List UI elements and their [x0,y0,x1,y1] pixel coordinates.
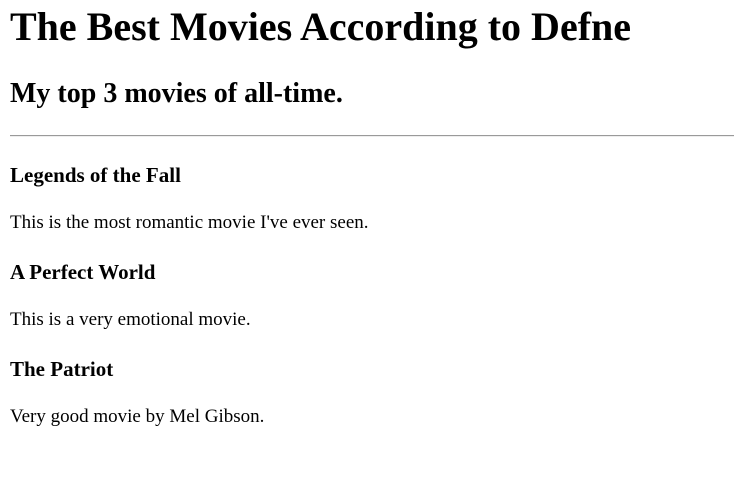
movie-item: Legends of the Fall This is the most rom… [10,160,730,257]
movie-item: A Perfect World This is a very emotional… [10,257,730,354]
movie-description: This is a very emotional movie. [10,309,251,330]
divider [10,135,734,137]
page-title: The Best Movies According to Defne [10,4,632,49]
movie-item: The Patriot Very good movie by Mel Gibso… [10,354,730,451]
page: The Best Movies According to Defne My to… [0,0,734,496]
movie-title: The Patriot [10,357,114,381]
movie-title: Legends of the Fall [10,163,181,187]
movie-list: Legends of the Fall This is the most rom… [10,160,730,451]
movie-title: A Perfect World [10,260,156,284]
movie-description: This is the most romantic movie I've eve… [10,212,369,233]
movie-description: Very good movie by Mel Gibson. [10,406,265,427]
page-subtitle: My top 3 movies of all-time. [10,78,343,109]
